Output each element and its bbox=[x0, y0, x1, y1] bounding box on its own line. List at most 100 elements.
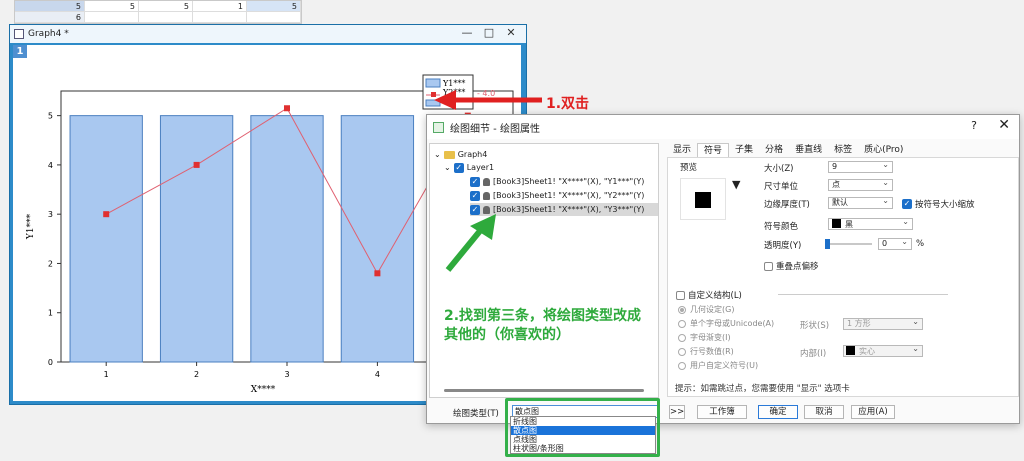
radio-icon[interactable] bbox=[678, 361, 686, 370]
transparency-slider[interactable] bbox=[824, 238, 874, 250]
dialog-title: 绘图细节 - 绘图属性 bbox=[450, 123, 540, 135]
tab-drop-lines[interactable]: 垂直线 bbox=[789, 143, 828, 157]
edge-thickness-combo[interactable]: 默认 bbox=[828, 196, 893, 209]
tab-label[interactable]: 标签 bbox=[828, 143, 858, 157]
radio-icon[interactable] bbox=[678, 319, 686, 328]
radio-row-value[interactable]: 行号数值(R) bbox=[678, 346, 734, 357]
apply-button[interactable]: 应用(A) bbox=[851, 405, 895, 419]
ok-button[interactable]: 确定 bbox=[758, 405, 798, 419]
custom-structure-checkbox[interactable]: 自定义结构(L) bbox=[676, 289, 742, 301]
annotation-instruction: 2.找到第三条，将绘图类型改成其他的（你喜欢的） bbox=[444, 308, 642, 343]
tree-item-plot-2[interactable]: ✓ [Book3]Sheet1! "X****"(X), "Y2***"(Y) bbox=[470, 189, 644, 202]
plot-type-dropdown[interactable]: 折线图 散点图 点线图 柱状图/条形图 bbox=[510, 416, 656, 454]
bar bbox=[69, 115, 143, 363]
checkbox-checked-icon[interactable]: ✓ bbox=[902, 199, 912, 209]
dropdown-option-line-symbol[interactable]: 点线图 bbox=[511, 435, 655, 444]
plot-details-dialog[interactable]: 绘图细节 - 绘图属性 ? ✕ ⌄ Graph4 ⌄ ✓ Layer1 ✓ [B… bbox=[426, 114, 1020, 424]
offset-overlap-checkbox[interactable]: 重叠点偏移 bbox=[764, 260, 819, 272]
transparency-input[interactable]: 0 bbox=[878, 237, 912, 250]
dialog-tabs[interactable]: 显示 符号 子集 分格 垂直线 标签 质心(Pro) bbox=[667, 143, 1017, 157]
cell[interactable] bbox=[85, 12, 139, 23]
tab-centroid[interactable]: 质心(Pro) bbox=[858, 143, 909, 157]
bar bbox=[340, 115, 415, 363]
y-tick-label: 3 bbox=[48, 210, 53, 219]
chevron-down-icon[interactable]: ⌄ bbox=[444, 163, 451, 172]
radio-single-char[interactable]: 单个字母或Unicode(A) bbox=[678, 318, 774, 329]
unit-combo[interactable]: 点 bbox=[828, 178, 893, 191]
tab-grid[interactable]: 分格 bbox=[759, 143, 789, 157]
worksheet-row[interactable]: 5 5 5 1 5 bbox=[15, 1, 303, 12]
tree-item-graph[interactable]: ⌄ Graph4 bbox=[434, 148, 487, 161]
transparency-label: 透明度(Y) bbox=[764, 241, 802, 251]
tab-subset[interactable]: 子集 bbox=[729, 143, 759, 157]
expand-button[interactable]: >> bbox=[669, 405, 685, 419]
tab-symbol[interactable]: 符号 bbox=[697, 143, 730, 157]
cancel-button[interactable]: 取消 bbox=[804, 405, 844, 419]
plot-tree[interactable]: ⌄ Graph4 ⌄ ✓ Layer1 ✓ [Book3]Sheet1! "X*… bbox=[429, 143, 659, 398]
edge-thickness-label: 边缘厚度(T) bbox=[764, 200, 810, 210]
cell[interactable]: 5 bbox=[85, 1, 139, 12]
y-axis-label: Y1*** bbox=[26, 213, 36, 240]
line-point bbox=[103, 211, 110, 218]
cell[interactable]: 1 bbox=[193, 1, 247, 12]
line-point bbox=[374, 270, 381, 277]
close-icon[interactable]: ✕ bbox=[998, 117, 1010, 133]
checkbox-icon[interactable] bbox=[676, 290, 685, 300]
tree-item-plot-1[interactable]: ✓ [Book3]Sheet1! "X****"(X), "Y1***"(Y) bbox=[470, 175, 644, 188]
minimize-icon[interactable]: — bbox=[460, 26, 474, 40]
legend-bar-swatch bbox=[425, 78, 441, 88]
checkbox-icon[interactable] bbox=[764, 261, 773, 271]
shape-combo[interactable]: 1 方形 bbox=[843, 317, 923, 330]
radio-label: 字母渐变(I) bbox=[690, 333, 731, 342]
interior-label: 内部(I) bbox=[800, 349, 827, 359]
chevron-down-icon[interactable]: ⌄ bbox=[434, 150, 441, 159]
dropdown-option-line[interactable]: 折线图 bbox=[511, 417, 655, 426]
worksheet-row[interactable]: 6 bbox=[15, 12, 303, 23]
size-combo[interactable]: 9 bbox=[828, 160, 893, 173]
radio-user-symbol[interactable]: 用户自定义符号(U) bbox=[678, 360, 758, 371]
green-arrow-icon bbox=[445, 214, 496, 272]
radio-icon[interactable] bbox=[678, 333, 686, 342]
plot-checkbox[interactable]: ✓ bbox=[470, 190, 480, 201]
plot-icon bbox=[483, 177, 490, 186]
radio-on-icon[interactable] bbox=[678, 305, 686, 314]
plot-checkbox[interactable]: ✓ bbox=[470, 176, 480, 187]
close-icon[interactable]: ✕ bbox=[504, 26, 518, 40]
dialog-titlebar[interactable]: 绘图细节 - 绘图属性 ? ✕ bbox=[427, 115, 1019, 139]
interior-combo[interactable]: 实心 bbox=[843, 344, 923, 357]
layer-checkbox[interactable]: ✓ bbox=[453, 162, 464, 173]
dropdown-option-column-bar[interactable]: 柱状图/条形图 bbox=[511, 444, 655, 453]
row-number: 5 bbox=[15, 1, 85, 12]
color-swatch bbox=[846, 346, 855, 355]
symbol-color-label: 符号颜色 bbox=[764, 222, 799, 232]
symbol-color-combo[interactable]: 黑 bbox=[828, 217, 913, 230]
shape-label: 形状(S) bbox=[800, 321, 830, 331]
tree-item-layer[interactable]: ⌄ ✓ Layer1 bbox=[444, 161, 494, 174]
dropdown-option-scatter[interactable]: 散点图 bbox=[511, 426, 655, 435]
radio-increment[interactable]: 字母渐变(I) bbox=[678, 332, 731, 343]
dialog-icon bbox=[433, 121, 444, 133]
maximize-icon[interactable]: □ bbox=[482, 26, 496, 40]
graph-titlebar[interactable]: Graph4 * — □ ✕ bbox=[10, 25, 526, 43]
layer-badge[interactable]: 1 bbox=[13, 45, 27, 58]
scale-by-size-checkbox[interactable]: ✓ 按符号大小缩放 bbox=[902, 198, 975, 210]
tree-label: [Book3]Sheet1! "X****"(X), "Y3***"(Y) bbox=[493, 205, 645, 214]
tab-display[interactable]: 显示 bbox=[667, 143, 697, 157]
plot-icon bbox=[483, 191, 490, 200]
unit-label: 尺寸单位 bbox=[764, 182, 799, 192]
cell[interactable] bbox=[139, 12, 193, 23]
symbol-picker-icon[interactable]: ▼ bbox=[732, 178, 740, 191]
preview-label: 预览 bbox=[680, 163, 698, 173]
cell[interactable] bbox=[247, 12, 301, 23]
help-icon[interactable]: ? bbox=[971, 119, 977, 132]
radio-label: 几何设定(G) bbox=[690, 305, 735, 314]
workbook-button[interactable]: 工作簿 bbox=[697, 405, 747, 419]
cell[interactable]: 5 bbox=[139, 1, 193, 12]
y-tick-label: 5 bbox=[48, 112, 53, 121]
cell[interactable] bbox=[193, 12, 247, 23]
tree-scrollbar[interactable] bbox=[444, 389, 644, 392]
radio-geometric[interactable]: 几何设定(G) bbox=[678, 304, 734, 315]
bar bbox=[250, 115, 324, 363]
radio-icon[interactable] bbox=[678, 347, 686, 356]
cell[interactable]: 5 bbox=[247, 1, 301, 12]
